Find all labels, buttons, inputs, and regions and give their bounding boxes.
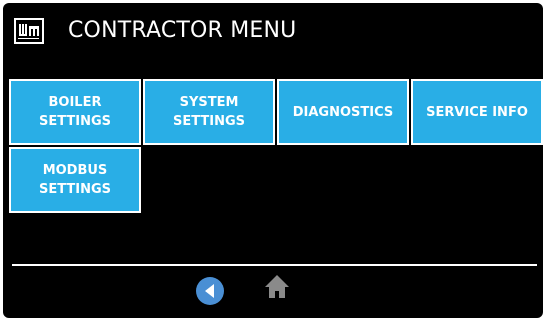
home-button[interactable] [262,271,292,301]
home-icon [265,275,289,298]
wm-logo-icon [14,18,44,44]
back-button[interactable] [195,276,225,306]
page-title: CONTRACTOR MENU [68,18,297,43]
service-info-button[interactable]: SERVICE INFO [411,79,543,145]
contractor-menu-screen: CONTRACTOR MENU BOILER SETTINGS SYSTEM S… [3,3,543,318]
diagnostics-button[interactable]: DIAGNOSTICS [277,79,409,145]
modbus-settings-button[interactable]: MODBUS SETTINGS [9,147,141,213]
header: CONTRACTOR MENU [3,3,543,55]
boiler-settings-button[interactable]: BOILER SETTINGS [9,79,141,145]
footer-divider [12,264,537,266]
system-settings-button[interactable]: SYSTEM SETTINGS [143,79,275,145]
back-arrow-icon [196,277,224,305]
